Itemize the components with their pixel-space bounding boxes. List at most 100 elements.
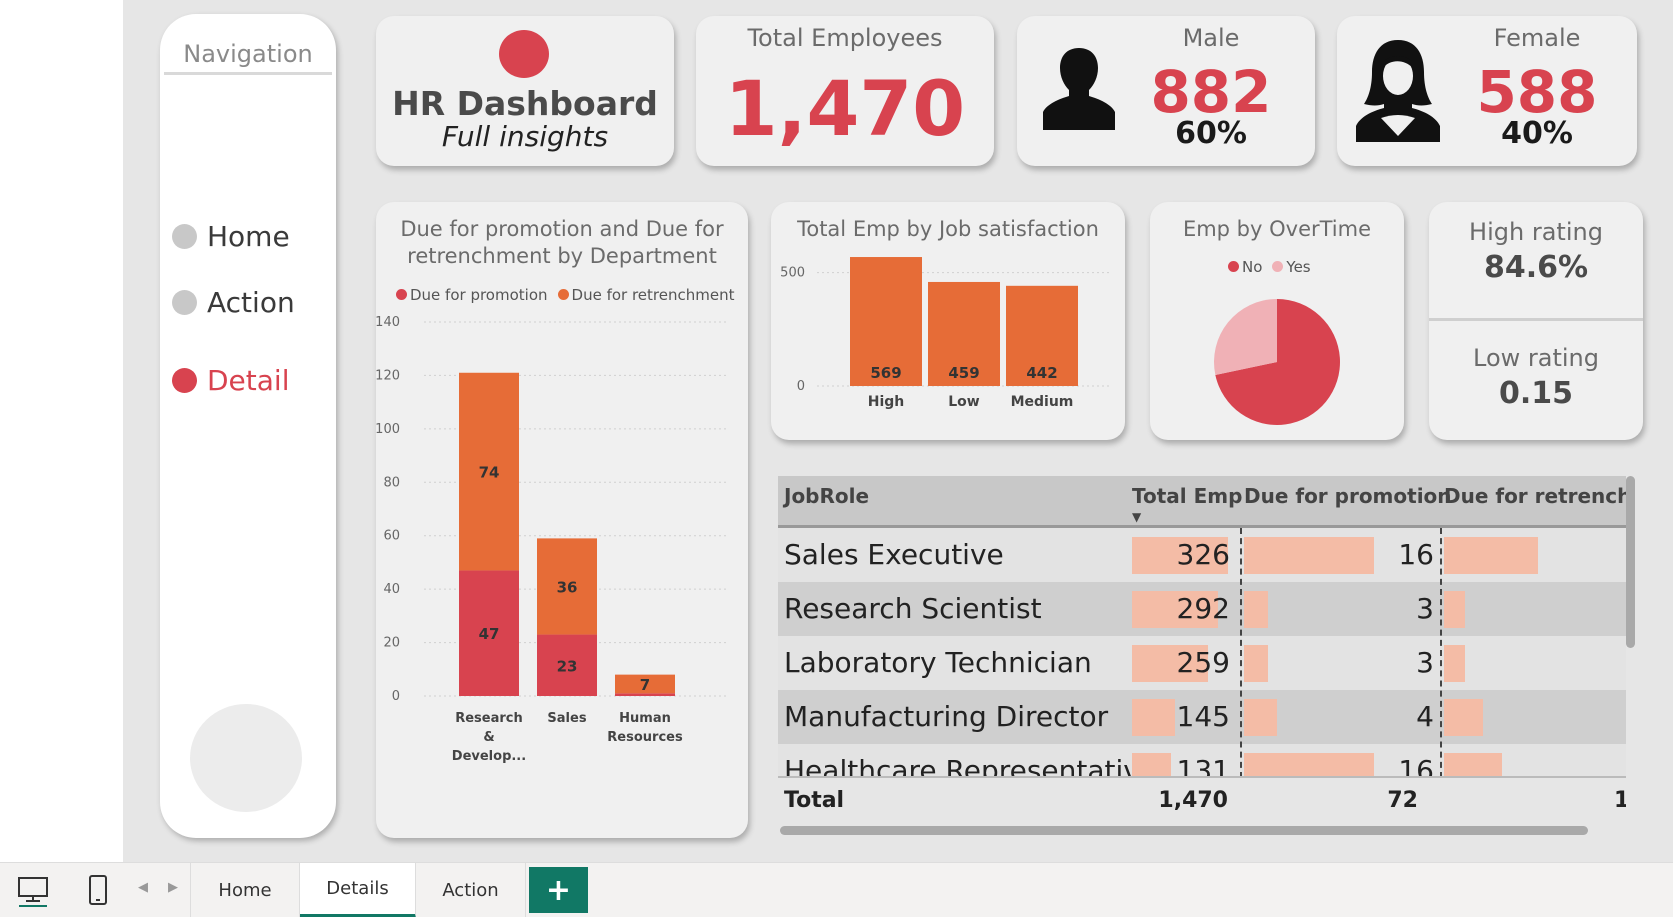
logo-dot-icon <box>499 30 549 78</box>
department-chart-card: Due for promotion and Due for retrenchme… <box>376 202 748 838</box>
job-satisfaction-card: Total Emp by Job satisfaction 0 500 569 Hig… <box>771 202 1125 440</box>
y-tick-label: 0 <box>392 689 400 704</box>
navigation-panel: Navigation Home Action Detail <box>160 14 336 838</box>
y-tick-label: 20 <box>383 636 400 651</box>
total-employees-card: Total Employees 1,470 <box>696 16 994 166</box>
table-vertical-scrollbar[interactable] <box>1626 476 1635 648</box>
total-label: Total <box>784 788 845 813</box>
female-label: Female <box>1493 24 1581 52</box>
promotion-bar <box>1244 591 1268 628</box>
total-emp-cell: 259 <box>1176 646 1230 679</box>
tab-home[interactable]: Home <box>190 863 300 917</box>
job-satisfaction-svg: 0 500 569 High 459 Low 442 Medium <box>780 257 1111 410</box>
jobrole-cell: Laboratory Technician <box>784 646 1092 679</box>
jobrole-cell: Manufacturing Director <box>784 700 1109 733</box>
data-label: 569 <box>870 364 901 382</box>
table-row[interactable]: Research Scientist 292 3 <box>778 582 1626 636</box>
column-header-retrenchment[interactable]: Due for retrenchm <box>1444 484 1626 508</box>
data-label: 23 <box>557 657 578 675</box>
low-rating-value: 0.15 <box>1498 376 1574 411</box>
sort-desc-icon[interactable]: ▼ <box>1132 510 1141 524</box>
total-employees-label: Total Employees <box>747 24 943 52</box>
total-emp-cell: 145 <box>1176 700 1230 733</box>
nav-item-label: Detail <box>207 364 290 397</box>
total-emp-value: 1,470 <box>1158 788 1228 813</box>
retrenchment-bar <box>1444 699 1483 736</box>
mobile-view-icon[interactable] <box>86 873 110 907</box>
total-emp-cell: 292 <box>1176 592 1230 625</box>
table-row[interactable]: Manufacturing Director 145 4 <box>778 690 1626 744</box>
total-emp-cell: 326 <box>1176 538 1230 571</box>
x-tick-label: Human Resources <box>607 711 683 745</box>
nav-item-detail[interactable]: Detail <box>172 364 289 397</box>
total-promotion-value: 72 <box>1387 788 1418 813</box>
y-tick-label: 120 <box>376 368 400 383</box>
data-label: 442 <box>1026 364 1057 382</box>
promotion-cell: 16 <box>1398 538 1434 571</box>
page-tab-bar: ◀ ▶ Home Details Action + <box>0 862 1673 917</box>
nav-item-action[interactable]: Action <box>172 286 295 319</box>
tab-details[interactable]: Details <box>300 863 416 917</box>
high-rating-label: High rating <box>1469 218 1603 246</box>
x-tick-label: High <box>868 394 905 410</box>
male-person-icon <box>1041 44 1117 140</box>
table-header: JobRole Total Emp ▼ Due for promotion Du… <box>778 476 1626 528</box>
jobrole-cell: Sales Executive <box>784 538 1004 571</box>
rating-divider <box>1429 318 1643 321</box>
high-rating-value: 84.6% <box>1483 250 1589 285</box>
title-card: HR Dashboard Full insights <box>376 16 674 166</box>
total-retrenchment-value: 1 <box>1614 788 1626 813</box>
male-percent: 60% <box>1175 116 1247 151</box>
tab-action[interactable]: Action <box>416 863 526 917</box>
y-tick-label: 80 <box>383 475 400 490</box>
navigation-divider <box>164 72 332 75</box>
y-tick-label: 60 <box>383 529 400 544</box>
tab-scroll-left-icon[interactable]: ◀ <box>138 880 148 895</box>
nav-item-label: Home <box>207 220 290 253</box>
tab-scroll-right-icon[interactable]: ▶ <box>168 880 178 895</box>
male-card: Male 882 60% <box>1017 16 1315 166</box>
overtime-card: Emp by OverTime No Yes <box>1150 202 1404 440</box>
column-header-jobrole[interactable]: JobRole <box>784 484 869 508</box>
female-card: Female 588 40% <box>1337 16 1637 166</box>
x-tick-label: Research & Develop... <box>452 711 526 764</box>
female-person-icon <box>1353 36 1443 148</box>
promotion-bar <box>1244 699 1277 736</box>
navigation-title: Navigation <box>183 40 313 68</box>
jobrole-table: JobRole Total Emp ▼ Due for promotion Du… <box>778 476 1626 836</box>
promotion-cell: 3 <box>1416 646 1434 679</box>
retrenchment-bar <box>1444 591 1465 628</box>
nav-item-label: Action <box>207 286 295 319</box>
column-header-promotion[interactable]: Due for promotion <box>1244 484 1452 508</box>
column-separator <box>1240 528 1242 778</box>
column-header-total-emp[interactable]: Total Emp <box>1132 484 1242 508</box>
column-separator <box>1440 528 1442 778</box>
x-tick-label: Low <box>948 394 980 410</box>
nav-action-dot-icon <box>172 290 197 315</box>
table-total-row: Total 1,470 72 1 <box>778 776 1626 824</box>
nav-item-home[interactable]: Home <box>172 220 290 253</box>
female-percent: 40% <box>1501 116 1573 151</box>
overtime-pie-svg <box>1214 299 1340 425</box>
data-label: 459 <box>948 364 979 382</box>
table-row[interactable]: Laboratory Technician 259 3 <box>778 636 1626 690</box>
desktop-view-icon[interactable] <box>16 873 50 907</box>
department-chart-svg: 0 20 40 60 80 100 120 140 47 74 23 36 7 Research & Deve… <box>376 315 728 764</box>
y-tick-label: 100 <box>376 422 400 437</box>
page-title: HR Dashboard <box>392 84 658 123</box>
nav-detail-dot-icon <box>172 368 197 393</box>
low-rating-label: Low rating <box>1473 344 1599 372</box>
page-subtitle: Full insights <box>441 120 609 153</box>
promotion-bar <box>1244 645 1268 682</box>
promotion-cell: 3 <box>1416 592 1434 625</box>
table-horizontal-scrollbar[interactable] <box>780 826 1588 835</box>
nav-circle-shape <box>190 704 302 812</box>
nav-home-dot-icon <box>172 224 197 249</box>
pie-slice <box>1214 299 1277 375</box>
table-row[interactable]: Sales Executive 326 16 <box>778 528 1626 582</box>
y-tick-label: 140 <box>376 315 400 330</box>
y-tick-label: 500 <box>780 266 805 281</box>
x-tick-label: Medium <box>1011 394 1074 410</box>
add-page-button[interactable]: + <box>529 867 588 913</box>
y-tick-label: 40 <box>383 582 400 597</box>
